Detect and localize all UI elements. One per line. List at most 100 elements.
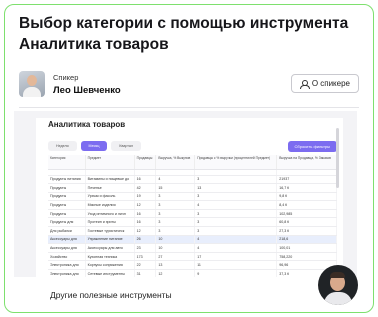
speaker-name: Лео Шевченко [53, 84, 121, 96]
table-cell: 3 [155, 226, 196, 236]
table-cell: Аксессуары для авто [85, 243, 135, 253]
table-cell: Продукты [48, 200, 86, 210]
table-cell: Мясные изделия [85, 200, 135, 210]
table-row[interactable]: Продукты Мясные изделия 12 3 4 8,4 tl [48, 200, 337, 210]
table-cell: Электроника для [48, 269, 86, 277]
table-cell: 10 [155, 235, 196, 245]
table-cell: 3 [194, 175, 278, 185]
table-cell: 16 [134, 217, 157, 228]
column-header[interactable]: Предмет [85, 155, 135, 170]
products-table: Категория Предмет Продавцы Выручка, % Выкуп… [48, 155, 337, 277]
table-row[interactable]: Продукты Печенье 42 15 13 16,7 tl [48, 183, 337, 193]
divider [19, 107, 359, 108]
page-title: Выбор категории с помощью инструмента Ан… [19, 15, 349, 53]
table-cell: 4 [194, 200, 278, 210]
video-screen[interactable]: Аналитика товаров Неделя Месяц Квартал Сбр… [14, 111, 357, 277]
table-cell: 4 [194, 243, 278, 253]
table-cell: 12 [134, 200, 157, 210]
table-cell: Урзчак и фасоль [85, 192, 135, 202]
table-cell: 22 [134, 260, 157, 271]
speaker-avatar [19, 71, 45, 97]
table-row[interactable]: Хозяйство Кухонная техника 173 27 17 758,220 [48, 252, 337, 262]
table-cell: 3 [155, 200, 196, 210]
table-cell: Гостевые туристическ [85, 226, 135, 236]
table-cell: 16,7 tl [276, 183, 337, 193]
table-cell: 15 [155, 183, 196, 193]
table-cell: 11 [194, 260, 278, 271]
column-header[interactable]: Продавцы с % выручки (процентилей Предме… [194, 155, 278, 170]
presenter-hair [330, 272, 345, 278]
table-row[interactable]: Аксессуары для Аксессуары для авто 23 10 4 10… [48, 243, 337, 253]
column-header[interactable]: Выручка, % Выкупов [155, 155, 196, 170]
table-cell: 16 [134, 209, 157, 219]
presenter-webcam [318, 265, 358, 305]
table-row[interactable]: Продукты питания Витамины и пищевые до 16 4… [48, 175, 337, 185]
table-cell: 23 [134, 243, 157, 253]
table-cell: Печенье [85, 183, 135, 193]
table-cell: Аксессуары для [48, 243, 86, 253]
reset-filters-button[interactable]: Сбросить фильтры [287, 141, 337, 152]
table-cell: 3 [155, 209, 196, 219]
about-speaker-label: О спикере [311, 79, 350, 88]
period-switch: Неделя Месяц Квартал [48, 141, 141, 151]
table-row[interactable]: Аксессуары для Упражнение питание 26 10 4 218… [48, 235, 337, 245]
table-cell: 3 [194, 226, 278, 236]
table-cell: Упражнение питание [85, 235, 135, 245]
table-cell: 13 [194, 183, 278, 193]
speaker-role: Спикер [53, 72, 79, 82]
table-row[interactable]: Продукты Уход интимного и личн 16 3 3 102,985 [48, 209, 337, 219]
table-cell: 3 [194, 217, 278, 228]
table-cell: 758,220 [276, 252, 337, 262]
avatar-body [23, 87, 41, 97]
table-cell: 3 [155, 217, 196, 228]
table-cell: 31 [134, 269, 157, 277]
column-header[interactable]: Продавцы [134, 155, 157, 170]
table-cell: Продукты [48, 192, 86, 202]
table-cell: Продукты для [48, 217, 86, 228]
column-header[interactable]: Категория [48, 155, 86, 170]
table-cell: 4 [194, 235, 278, 245]
table-cell: Корпусы сопряжения [85, 260, 135, 271]
table-cell: 10 [155, 243, 196, 253]
table-cell: 17 [194, 252, 278, 262]
table-row[interactable]: Продукты Урзчак и фасоль 19 3 3 9,8 tl [48, 192, 337, 202]
table-cell: 9,8 tl [276, 192, 337, 202]
table-row[interactable]: Электроника для Корпусы сопряжения 22 13 11 9… [48, 260, 337, 271]
table-cell: 100,01 [276, 243, 337, 253]
table-cell: Для рыбалки [48, 226, 86, 236]
person-icon [299, 79, 310, 89]
table-cell: 8,4 tl [276, 200, 337, 210]
table-header-row: Категория Предмет Продавцы Выручка, % Выкуп… [48, 155, 337, 170]
more-tools-heading: Другие полезные инструменты [50, 290, 172, 300]
speaker-block: Спикер Лео Шевченко [19, 71, 121, 97]
table-cell: 26 [134, 235, 157, 245]
table-cell: 218,6 [276, 235, 337, 245]
table-cell: 173 [134, 252, 157, 262]
table-cell: Хозяйство [48, 252, 86, 262]
about-speaker-button[interactable]: О спикере [290, 74, 359, 93]
table-cell: 102,985 [276, 209, 337, 219]
table-cell: 3 [194, 209, 278, 219]
table-cell: Продукты питания [48, 175, 86, 185]
table-cell: Аксессуары для [48, 235, 86, 245]
table-row[interactable]: Электроника для Сетевые инструменты 31 12 9 3… [48, 269, 337, 277]
column-header[interactable]: Выручка на Продавца, % Заказов [276, 155, 337, 170]
table-cell: Кухонная техника [85, 252, 135, 262]
period-tab[interactable]: Квартал [111, 141, 141, 151]
table-row[interactable]: Для рыбалки Гостевые туристическ 12 3 3 27,3 … [48, 226, 337, 236]
table-cell: 4 [155, 175, 196, 185]
avatar-head [27, 75, 37, 86]
table-cell: 9 [194, 269, 278, 277]
speaker-text: Спикер Лео Шевченко [53, 73, 121, 96]
table-row[interactable]: Продукты для Протеин и эриты 16 3 3 60,8 tl [48, 217, 337, 228]
table-cell: Сетевые инструменты [85, 269, 135, 277]
scrollbar[interactable] [336, 128, 339, 188]
table-cell: 60,8 tl [276, 217, 337, 228]
table-cell: Уход интимного и личн [85, 209, 135, 219]
table-cell: 16 [134, 175, 157, 185]
table-cell: 27 [155, 252, 196, 262]
table-cell: Продукты [48, 183, 86, 193]
period-tab[interactable]: Месяц [80, 141, 108, 151]
table-cell: 12 [155, 269, 196, 277]
period-tab[interactable]: Неделя [48, 141, 77, 151]
